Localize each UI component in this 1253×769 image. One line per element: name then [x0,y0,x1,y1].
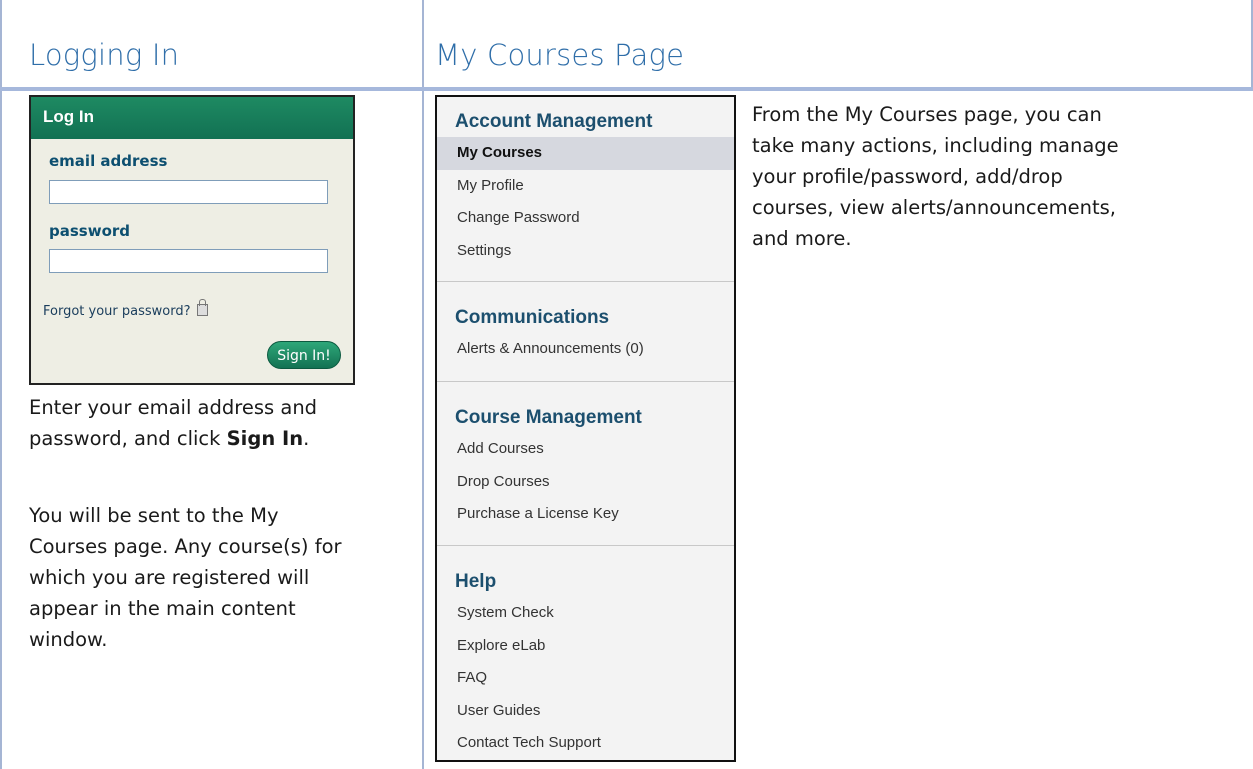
menu-item-change-password[interactable]: Change Password [437,202,734,235]
menu-item-purchase-license-key[interactable]: Purchase a License Key [437,498,734,531]
menu-item-add-courses[interactable]: Add Courses [437,433,734,466]
menu-item-contact-tech-support[interactable]: Contact Tech Support [437,727,734,760]
forgot-password-label: Forgot your password? [43,304,191,319]
column-divider-middle [422,0,424,769]
email-field[interactable] [49,180,328,204]
menu-heading: Communications [455,307,610,328]
description-line: From the My Courses page, you can [752,103,1102,126]
paragraph-2-line: appear in the main content [29,597,296,620]
menu-heading: Help [455,571,497,592]
paragraph-2-line: window. [29,628,108,651]
instructions-line-1: Enter your email address and [29,396,318,419]
menu-divider [437,545,734,546]
paragraph-2-line: You will be sent to the My [29,504,279,527]
menu-item-my-courses[interactable]: My Courses [437,137,734,170]
my-courses-page-heading: My Courses Page [435,38,685,72]
account-menu: Account Management My Courses My Profile… [435,95,736,762]
sign-in-emphasis: Sign In [226,427,304,450]
login-box: Log In email address password Forgot you… [29,95,355,385]
menu-section-help: Help System Check Explore eLab FAQ User … [437,567,734,760]
menu-section-account-management: Account Management My Courses My Profile… [437,107,734,267]
menu-heading: Course Management [455,407,642,428]
forgot-password-link[interactable]: Forgot your password? [43,299,208,319]
description-line: and more. [752,227,852,250]
my-courses-description: From the My Courses page, you can take m… [752,99,1247,254]
menu-item-alerts-announcements[interactable]: Alerts & Announcements (0) [437,333,734,366]
email-label: email address [49,152,168,170]
menu-section-communications: Communications Alerts & Announcements (0… [437,303,734,366]
header-rule [0,87,1253,91]
description-line: courses, view alerts/announcements, [752,196,1116,219]
lock-icon [196,299,208,316]
description-line: your profile/password, add/drop [752,165,1063,188]
menu-divider [437,281,734,282]
sign-in-button[interactable]: Sign In! [267,341,341,369]
password-field[interactable] [49,249,328,273]
paragraph-2-line: which you are registered will [29,566,310,589]
column-divider-left [0,0,2,769]
logging-in-heading: Logging In [29,38,180,72]
menu-item-settings[interactable]: Settings [437,235,734,268]
menu-divider [437,381,734,382]
menu-item-user-guides[interactable]: User Guides [437,695,734,728]
menu-item-my-profile[interactable]: My Profile [437,170,734,203]
menu-item-explore-elab[interactable]: Explore eLab [437,630,734,663]
menu-item-faq[interactable]: FAQ [437,662,734,695]
login-header: Log In [31,97,353,139]
password-label: password [49,222,131,240]
menu-item-drop-courses[interactable]: Drop Courses [437,466,734,499]
description-line: take many actions, including manage [752,134,1119,157]
instructions-paragraph-1: Enter your email address and password, a… [29,392,409,454]
instructions-line-2: password, and click Sign In. [29,427,310,450]
menu-section-course-management: Course Management Add Courses Drop Cours… [437,403,734,531]
instructions-paragraph-2: You will be sent to the My Courses page.… [29,500,409,655]
menu-item-system-check[interactable]: System Check [437,597,734,630]
paragraph-2-line: Courses page. Any course(s) for [29,535,342,558]
menu-heading: Account Management [455,111,653,132]
